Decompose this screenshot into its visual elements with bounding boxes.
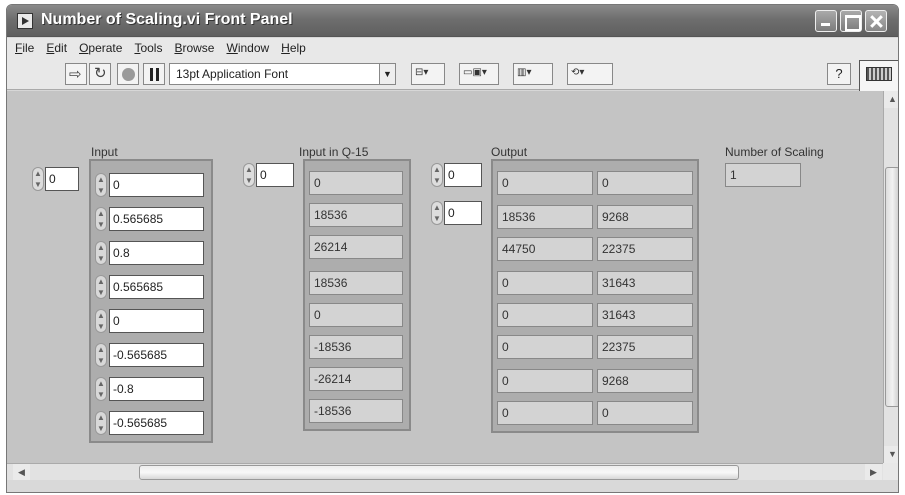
output-cell: 0 — [497, 271, 593, 295]
distribute-objects-icon[interactable]: ▭▣▾ — [459, 63, 499, 85]
run-arrow-icon[interactable] — [65, 63, 87, 85]
context-help-button[interactable]: ? — [827, 63, 851, 85]
output-cell: 31643 — [597, 271, 693, 295]
output-label: Output — [491, 145, 528, 159]
menu-window[interactable]: Window — [226, 41, 269, 55]
input-q15-label: Input in Q-15 — [299, 145, 369, 159]
menu-edit[interactable]: Edit — [46, 41, 67, 55]
labview-vi-icon — [17, 13, 33, 29]
output-col-index-value[interactable]: 0 — [444, 201, 482, 225]
menu-browse[interactable]: Browse — [174, 41, 214, 55]
title-bar: Number of Scaling.vi Front Panel — [7, 5, 898, 37]
input-q15-element: 18536 — [309, 271, 403, 295]
scroll-left-icon[interactable]: ◀ — [13, 464, 30, 481]
spinner-icon[interactable]: ▲ ▼ — [431, 163, 443, 187]
menu-help[interactable]: Help — [281, 41, 306, 55]
output-cell: 31643 — [597, 303, 693, 327]
font-select[interactable]: 13pt Application Font ▼ — [169, 63, 396, 85]
vertical-scrollbar[interactable]: ▲ ▼ — [883, 91, 898, 463]
output-cell: 0 — [597, 401, 693, 425]
input-label: Input — [91, 145, 118, 159]
status-bar — [7, 480, 898, 492]
input-index-value[interactable]: 0 — [45, 167, 79, 191]
input-q15-element: -18536 — [309, 399, 403, 423]
resize-grip-icon[interactable] — [883, 463, 898, 480]
number-of-scaling-indicator: 1 — [725, 163, 801, 187]
front-panel-window: Number of Scaling.vi Front Panel File Ed… — [6, 4, 899, 493]
menu-operate[interactable]: Operate — [79, 41, 122, 55]
input-q15-element: 18536 — [309, 203, 403, 227]
vertical-scroll-thumb[interactable] — [885, 167, 898, 407]
vi-icon-screen — [866, 67, 892, 81]
run-continuously-icon[interactable] — [89, 63, 111, 85]
output-cell: 0 — [497, 335, 593, 359]
number-of-scaling-label: Number of Scaling — [725, 145, 824, 159]
output-cell: 0 — [497, 171, 593, 195]
output-cell: 0 — [497, 401, 593, 425]
input-q15-element: 26214 — [309, 235, 403, 259]
maximize-button[interactable] — [840, 10, 862, 32]
output-cell: 0 — [497, 369, 593, 393]
spinner-icon[interactable]: ▲ ▼ — [243, 163, 255, 187]
input-q15-element: -18536 — [309, 335, 403, 359]
align-objects-icon[interactable]: ⊟▾ — [411, 63, 445, 85]
menu-tools[interactable]: Tools — [134, 41, 162, 55]
resize-objects-icon[interactable]: ▥▾ — [513, 63, 553, 85]
output-cell: 0 — [497, 303, 593, 327]
font-select-value: 13pt Application Font — [176, 67, 289, 81]
input-q15-index-value[interactable]: 0 — [256, 163, 294, 187]
menu-file[interactable]: File — [15, 41, 34, 55]
output-row-index-value[interactable]: 0 — [444, 163, 482, 187]
close-button[interactable] — [865, 10, 887, 32]
output-cell: 44750 — [497, 237, 593, 261]
toolbar: 13pt Application Font ▼ ⊟▾ ▭▣▾ ▥▾ ⟲▾ ? 2 — [7, 58, 898, 110]
output-cell: 22375 — [597, 335, 693, 359]
pause-icon[interactable] — [143, 63, 165, 85]
input-q15-element: 0 — [309, 171, 403, 195]
output-cell: 9268 — [597, 205, 693, 229]
scroll-right-icon[interactable]: ▶ — [865, 464, 882, 481]
scroll-up-icon[interactable]: ▲ — [884, 91, 898, 108]
reorder-icon[interactable]: ⟲▾ — [567, 63, 613, 85]
output-cell: 9268 — [597, 369, 693, 393]
output-cell: 0 — [597, 171, 693, 195]
output-cell: 18536 — [497, 205, 593, 229]
spinner-icon[interactable]: ▲ ▼ — [32, 167, 44, 191]
horizontal-scrollbar[interactable]: ◀ ▶ — [7, 463, 883, 481]
window-title: Number of Scaling.vi Front Panel — [41, 11, 293, 28]
front-panel: Input ▲ ▼ 0 ▲ ▼ 0 ▲ ▼ 0.565685 ▲ ▼ 0.8 ▲ ▼ 0.5656… — [7, 91, 883, 463]
menu-bar: File Edit Operate Tools Browse Window He… — [7, 38, 898, 58]
spinner-icon[interactable]: ▲ ▼ — [431, 201, 443, 225]
input-q15-element: -26214 — [309, 367, 403, 391]
minimize-button[interactable] — [815, 10, 837, 32]
chevron-down-icon[interactable]: ▼ — [379, 64, 395, 84]
scroll-down-icon[interactable]: ▼ — [884, 446, 898, 463]
output-cell: 22375 — [597, 237, 693, 261]
input-q15-element: 0 — [309, 303, 403, 327]
abort-icon[interactable] — [117, 63, 139, 85]
horizontal-scroll-thumb[interactable] — [139, 465, 739, 480]
